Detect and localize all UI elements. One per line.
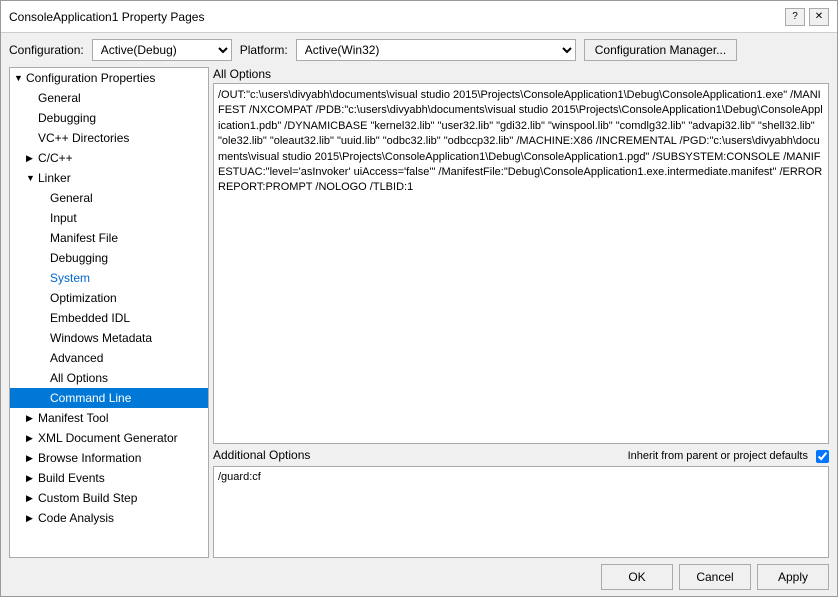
- right-panel: All Options /OUT:"c:\users\divyabh\docum…: [213, 67, 829, 558]
- configuration-manager-button[interactable]: Configuration Manager...: [584, 39, 737, 61]
- tree-item-linker-input[interactable]: Input: [10, 208, 208, 228]
- dialog: ConsoleApplication1 Property Pages ? ✕ C…: [0, 0, 838, 597]
- expand-arrow: ▶: [26, 153, 36, 164]
- tree-item-xml-doc-gen[interactable]: ▶ XML Document Generator: [10, 428, 208, 448]
- tree-panel: ▼ Configuration Properties General Debug…: [9, 67, 209, 558]
- tree-item-advanced[interactable]: Advanced: [10, 348, 208, 368]
- inherit-checkbox[interactable]: [816, 450, 829, 463]
- inherit-container: Inherit from parent or project defaults: [628, 450, 829, 463]
- title-bar-buttons: ? ✕: [785, 8, 829, 26]
- tree-item-label: Windows Metadata: [50, 331, 152, 345]
- tree-item-label: General: [38, 91, 81, 105]
- tree-item-command-line[interactable]: Command Line: [10, 388, 208, 408]
- tree-item-label: VC++ Directories: [38, 131, 129, 145]
- tree-item-label: Configuration Properties: [26, 71, 155, 85]
- tree-item-label: Debugging: [38, 111, 96, 125]
- main-content: ▼ Configuration Properties General Debug…: [1, 67, 837, 558]
- tree-item-label: Build Events: [38, 471, 105, 485]
- tree-item-label: Embedded IDL: [50, 311, 130, 325]
- expand-arrow: ▶: [26, 413, 36, 424]
- tree-item-system[interactable]: System: [10, 268, 208, 288]
- help-button[interactable]: ?: [785, 8, 805, 26]
- tree-item-vc-directories[interactable]: VC++ Directories: [10, 128, 208, 148]
- expand-arrow: ▼: [14, 73, 24, 83]
- expand-arrow: ▶: [26, 513, 36, 524]
- config-row: Configuration: Active(Debug) Platform: A…: [1, 33, 837, 67]
- tree-item-general[interactable]: General: [10, 88, 208, 108]
- additional-options-label: Additional Options: [213, 448, 310, 462]
- tree-item-debugging-top[interactable]: Debugging: [10, 108, 208, 128]
- tree-item-linker[interactable]: ▼ Linker: [10, 168, 208, 188]
- tree-item-custom-build-step[interactable]: ▶ Custom Build Step: [10, 488, 208, 508]
- tree-item-label: C/C++: [38, 151, 73, 165]
- tree-item-manifest-tool[interactable]: ▶ Manifest Tool: [10, 408, 208, 428]
- expand-arrow: ▼: [26, 173, 36, 183]
- expand-arrow: ▶: [26, 433, 36, 444]
- tree-item-label: System: [50, 271, 90, 285]
- tree-item-label: Browse Information: [38, 451, 141, 465]
- inherit-label: Inherit from parent or project defaults: [628, 450, 808, 462]
- config-label: Configuration:: [9, 43, 84, 57]
- tree-item-label: Custom Build Step: [38, 491, 137, 505]
- tree-item-code-analysis[interactable]: ▶ Code Analysis: [10, 508, 208, 528]
- close-button[interactable]: ✕: [809, 8, 829, 26]
- tree-item-label: All Options: [50, 371, 108, 385]
- additional-options-section: Additional Options Inherit from parent o…: [213, 448, 829, 558]
- all-options-label: All Options: [213, 67, 829, 81]
- expand-arrow: ▶: [26, 493, 36, 504]
- tree-item-all-options[interactable]: All Options: [10, 368, 208, 388]
- tree-item-label: Code Analysis: [38, 511, 114, 525]
- tree-item-optimization[interactable]: Optimization: [10, 288, 208, 308]
- tree-item-label: Debugging: [50, 251, 108, 265]
- tree-item-label: Command Line: [50, 391, 131, 405]
- all-options-box: All Options /OUT:"c:\users\divyabh\docum…: [213, 67, 829, 444]
- tree-item-config-properties[interactable]: ▼ Configuration Properties: [10, 68, 208, 88]
- platform-select[interactable]: Active(Win32): [296, 39, 576, 61]
- tree-item-linker-general[interactable]: General: [10, 188, 208, 208]
- tree-item-label: Manifest Tool: [38, 411, 108, 425]
- expand-arrow: ▶: [26, 473, 36, 484]
- tree-item-linker-debugging[interactable]: Debugging: [10, 248, 208, 268]
- all-options-content: /OUT:"c:\users\divyabh\documents\visual …: [213, 83, 829, 444]
- additional-header: Additional Options Inherit from parent o…: [213, 448, 829, 464]
- platform-label: Platform:: [240, 43, 288, 57]
- configuration-select[interactable]: Active(Debug): [92, 39, 232, 61]
- bottom-buttons: OK Cancel Apply: [1, 558, 837, 596]
- title-bar: ConsoleApplication1 Property Pages ? ✕: [1, 1, 837, 33]
- tree-item-label: Advanced: [50, 351, 103, 365]
- tree-item-cpp[interactable]: ▶ C/C++: [10, 148, 208, 168]
- tree-item-label: Input: [50, 211, 77, 225]
- tree-item-label: Linker: [38, 171, 71, 185]
- tree-item-label: General: [50, 191, 93, 205]
- dialog-title: ConsoleApplication1 Property Pages: [9, 10, 204, 24]
- tree-item-embedded-idl[interactable]: Embedded IDL: [10, 308, 208, 328]
- tree-item-manifest-file[interactable]: Manifest File: [10, 228, 208, 248]
- additional-options-textarea[interactable]: [213, 466, 829, 558]
- tree-item-browse-info[interactable]: ▶ Browse Information: [10, 448, 208, 468]
- expand-arrow: ▶: [26, 453, 36, 464]
- ok-button[interactable]: OK: [601, 564, 673, 590]
- tree-item-label: XML Document Generator: [38, 431, 178, 445]
- tree-item-windows-metadata[interactable]: Windows Metadata: [10, 328, 208, 348]
- tree-item-label: Manifest File: [50, 231, 118, 245]
- apply-button[interactable]: Apply: [757, 564, 829, 590]
- tree-item-label: Optimization: [50, 291, 117, 305]
- cancel-button[interactable]: Cancel: [679, 564, 751, 590]
- tree-item-build-events[interactable]: ▶ Build Events: [10, 468, 208, 488]
